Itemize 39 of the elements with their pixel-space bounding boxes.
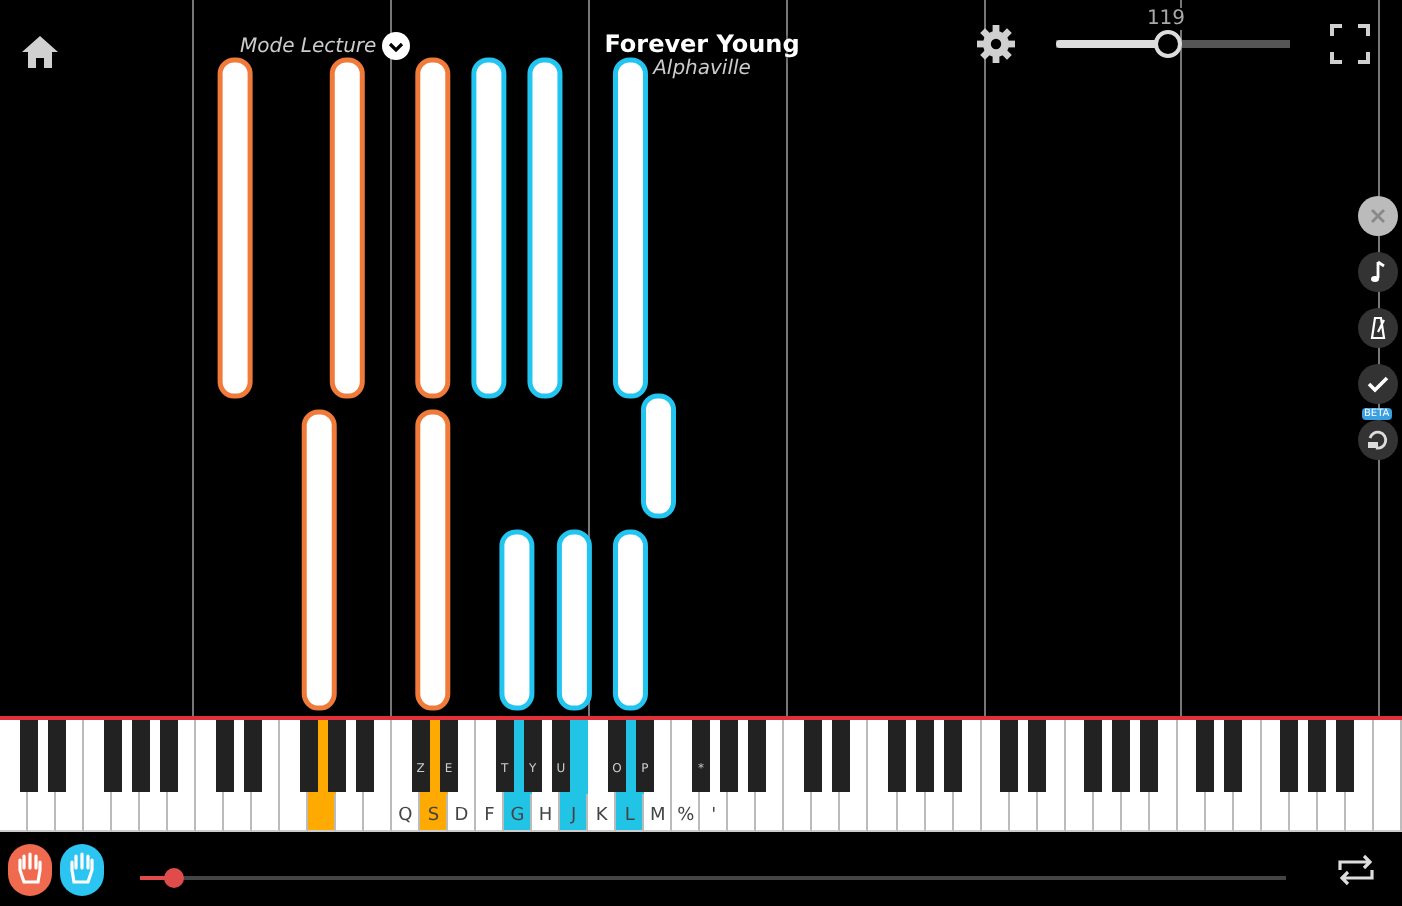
piano-key[interactable] [1308, 720, 1327, 792]
repeat-icon[interactable] [1334, 851, 1378, 887]
settings-icon[interactable] [976, 24, 1016, 64]
piano-key[interactable] [1280, 720, 1299, 792]
piano-key[interactable] [944, 720, 963, 792]
artist-name: Alphaville [653, 58, 751, 80]
song-title: Forever Young [604, 30, 800, 58]
check-icon[interactable] [1358, 364, 1398, 404]
slider-thumb[interactable] [1153, 30, 1182, 58]
piano-key[interactable] [720, 720, 739, 792]
piano-key[interactable] [888, 720, 907, 792]
piano-key[interactable] [1196, 720, 1215, 792]
hand-icon[interactable] [8, 843, 52, 895]
piano-key[interactable]: S [420, 794, 449, 832]
piano-key[interactable]: L [616, 794, 645, 832]
piano-key[interactable]: J [560, 794, 589, 832]
progress-thumb[interactable] [164, 867, 185, 887]
piano-key[interactable] [804, 720, 823, 792]
music-note-icon[interactable] [1358, 252, 1398, 292]
fullscreen-icon[interactable] [1330, 24, 1370, 64]
piano-key[interactable] [1140, 720, 1159, 792]
piano-key[interactable] [916, 720, 935, 792]
piano-key[interactable] [1336, 720, 1355, 792]
close-icon[interactable] [1358, 196, 1398, 236]
piano-key[interactable] [748, 720, 767, 792]
metronome-icon[interactable] [1358, 308, 1398, 348]
home-icon[interactable] [20, 34, 60, 70]
mode-label: Mode Lecture [240, 35, 377, 57]
loop-icon[interactable] [1358, 420, 1398, 460]
piano-key[interactable] [832, 720, 851, 792]
piano-key[interactable] [1112, 720, 1131, 792]
piano-key[interactable] [1224, 720, 1243, 792]
tempo-value: 119 [1144, 8, 1188, 30]
piano-key[interactable] [1084, 720, 1103, 792]
piano-key[interactable]: G [504, 794, 533, 832]
piano-key[interactable] [1028, 720, 1047, 792]
chevron-down-icon[interactable] [382, 32, 411, 60]
piano-key[interactable] [1000, 720, 1019, 792]
hand-icon[interactable] [60, 843, 104, 895]
